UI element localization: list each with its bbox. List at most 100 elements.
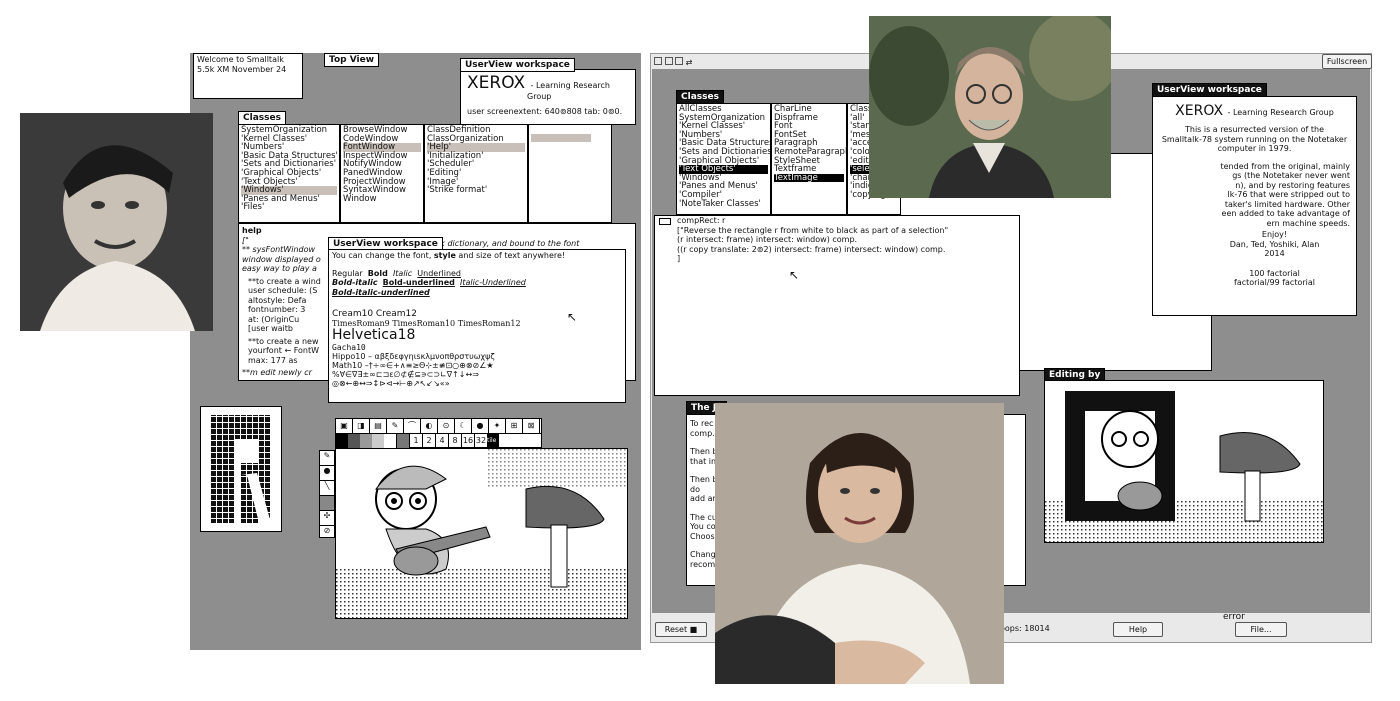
brush-tool-icon[interactable]: ● [320, 466, 334, 481]
class-item[interactable]: Window [343, 195, 421, 204]
photo-man-left [20, 113, 213, 331]
classes-title[interactable]: Classes [238, 111, 286, 125]
loops-counter: oops: 18014 [1000, 624, 1050, 633]
style-regular[interactable]: Regular [332, 269, 363, 278]
right-classes-title[interactable]: Classes [676, 90, 724, 104]
fill-tool-icon[interactable] [320, 496, 334, 511]
file-button[interactable]: File... [1235, 622, 1287, 637]
right-xerox-logo: XEROX [1175, 103, 1224, 119]
brush-size-button[interactable]: 2 [422, 434, 435, 448]
userview-workspace-title[interactable]: UserView workspace [460, 58, 575, 72]
style-bold-underlined[interactable]: Bold-underlined [383, 278, 455, 287]
brush-size-button[interactable]: 4 [435, 434, 448, 448]
color-swatch-white[interactable] [384, 434, 397, 448]
paint-tool-icon[interactable]: ● [472, 419, 489, 433]
font-sample-helvetica: Helvetica18 [332, 327, 416, 343]
font-intro: You can change the font, [332, 251, 434, 260]
code-pane[interactable]: compRect: r ["Reverse the rectangle r fr… [654, 215, 1020, 396]
code-line: ((r copy translate: 2⊚2) intersect: fram… [677, 244, 946, 254]
class-category-item[interactable]: 'Files' [241, 203, 337, 212]
xerox-logo: XEROX [467, 73, 526, 93]
paint-side-tools[interactable]: ✎ ● ╲ ✣ ⊘ [319, 450, 335, 538]
about-line: gs (the Notetaker never went [1232, 171, 1350, 180]
portrait-icon [715, 403, 1004, 684]
color-swatch-dark[interactable] [348, 434, 360, 448]
photo-man-top [869, 16, 1111, 198]
about-line: This is a resurrected version of the [1184, 125, 1325, 134]
messages-pane[interactable] [528, 124, 612, 223]
eraser-tool-icon[interactable]: ⊘ [320, 526, 334, 540]
style-bold-italic[interactable]: Bold-italic [332, 278, 378, 287]
authors-text: Dan, Ted, Yoshiki, Alan [1229, 239, 1320, 249]
right-classes-pane[interactable]: AllClasses SystemOrganization 'Kernel Clas… [676, 103, 771, 215]
paint-tool-icon[interactable]: ✎ [387, 419, 404, 433]
swap-arrows-icon[interactable]: ⇄ [686, 58, 693, 67]
xerox-group: Group [527, 92, 552, 101]
style-italic[interactable]: Italic [393, 269, 412, 278]
font-sample-symbols: %∀∈∇∃±∞⊏⊐ε∅⊄∉⊆∍⊂⊃∟∇↑↓↔⇒ [332, 370, 479, 379]
editing-canvas[interactable] [1044, 380, 1324, 543]
about-line: computer in 1979. [1217, 144, 1292, 153]
window-classes-pane[interactable]: BrowseWindow CodeWindow FontWindow InspectW… [340, 124, 424, 223]
top-view-title[interactable]: Top View [324, 53, 380, 67]
line-tool-icon[interactable]: ╲ [320, 481, 334, 496]
font-intro-bold: style [433, 251, 456, 260]
brush-size-button[interactable]: 1 [409, 434, 422, 448]
photo-woman [715, 403, 1004, 684]
paint-tool-icon[interactable]: ✦ [489, 419, 506, 433]
right-text-classes-pane[interactable]: CharLine Dispframe Font FontSet Paragraph Rem… [771, 103, 847, 215]
style-underlined[interactable]: Underlined [417, 269, 461, 278]
font-sample-hippo: Hippo10 – αβξδεφγηιsκλμνοπθρστυωχψζ [332, 352, 495, 361]
class-item[interactable]: TextImage [774, 174, 844, 183]
paint-tool-icon[interactable]: ☾ [455, 419, 472, 433]
window-controls[interactable]: ⇄ [654, 57, 692, 67]
paint-tool-icon[interactable]: ◨ [353, 419, 370, 433]
paint-tool-icon[interactable]: ⊙ [438, 419, 455, 433]
style-bold-italic-underlined[interactable]: Bold-italic-underlined [332, 288, 430, 297]
year-text: 2014 [1264, 249, 1285, 258]
help-button[interactable]: Help [1113, 622, 1163, 637]
xerox-workspace[interactable]: XEROX - Learning Research Group user scr… [460, 69, 636, 125]
paint-canvas[interactable] [335, 448, 628, 619]
categories-pane[interactable]: ClassDefinition ClassOrganization 'Help' 'I… [424, 124, 528, 223]
color-swatch-grey[interactable] [360, 434, 372, 448]
paint-toolbar[interactable]: ▣ ◨ ▤ ✎ ⌒ ◐ ⊙ ☾ ● ✦ ⊞ ⊠ 1 2 4 8 16 32 tile [335, 418, 542, 448]
pane-box-icon[interactable] [659, 218, 671, 225]
right-userview-title[interactable]: UserView workspace [1152, 83, 1267, 97]
font-intro-tail: and size of text anywhere! [455, 251, 566, 260]
pen-tool-icon[interactable]: ✎ [320, 451, 334, 466]
brush-size-button[interactable]: 16 [461, 434, 474, 448]
code-text[interactable]: compRect: r ["Reverse the rectangle r fr… [677, 216, 948, 264]
style-italic-underlined[interactable]: Italic-Underlined [460, 278, 526, 287]
method-category-item[interactable]: 'Strike format' [427, 186, 525, 195]
paint-tool-icon[interactable]: ◐ [421, 419, 438, 433]
tile-mode[interactable]: tile [487, 434, 499, 448]
gnome-mushroom-edit [1045, 391, 1323, 542]
paint-tool-icon[interactable]: ▣ [336, 419, 353, 433]
paint-tool-icon[interactable]: ⊠ [523, 419, 540, 433]
style-bold[interactable]: Bold [368, 269, 388, 278]
class-category-item[interactable]: 'NoteTaker Classes' [679, 199, 768, 209]
right-xerox-workspace[interactable]: XEROX - Learning Research Group This is … [1152, 96, 1357, 316]
classes-pane[interactable]: SystemOrganization 'Kernel Classes' 'Numbe… [238, 124, 340, 223]
paint-tool-icon[interactable]: ⌒ [404, 419, 421, 433]
bitmap-editor-R[interactable] [200, 406, 282, 532]
reset-button[interactable]: Reset ■ [655, 622, 707, 637]
color-swatch-mid[interactable] [397, 434, 409, 448]
xerox-sub: - Learning Research [530, 81, 610, 90]
code-line: ] [677, 254, 681, 263]
fullscreen-button[interactable]: Fullscreen [1322, 54, 1372, 69]
color-swatch-light[interactable] [372, 434, 384, 448]
stamp-tool-icon[interactable]: ✣ [320, 511, 334, 526]
brush-size-button[interactable]: 32 [474, 434, 487, 448]
font-workspace[interactable]: You can change the font, style and size … [328, 249, 626, 403]
paint-tool-icon[interactable]: ▤ [370, 419, 387, 433]
code-line: (r intersect: frame) intersect: window) … [677, 235, 858, 244]
brush-size-button[interactable]: 8 [448, 434, 461, 448]
about-line: n), and by restoring features [1235, 180, 1350, 190]
paint-tool-icon[interactable]: ⊞ [506, 419, 523, 433]
welcome-box: Welcome to Smalltalk 5.5k XM November 24 [193, 53, 303, 99]
factorial-line[interactable]: factorial/99 factorial [1159, 278, 1350, 288]
color-swatch-black[interactable] [336, 434, 348, 448]
factorial-line[interactable]: 100 factorial [1159, 269, 1350, 279]
